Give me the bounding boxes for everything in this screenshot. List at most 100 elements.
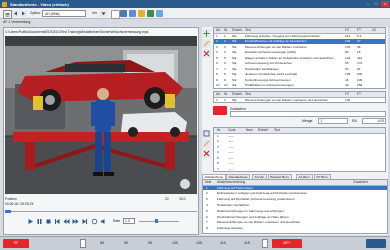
edit-nr: 2 (224, 97, 226, 102)
pencil-icon[interactable] (202, 139, 211, 148)
table-row[interactable]: 2 2 Stk Drucklufthaubes mit Aufträge an ber… (214, 39, 385, 44)
first-record-icon[interactable] (12, 9, 19, 17)
volume-slider-thumb[interactable] (155, 219, 158, 223)
code-cell-nr: 5 (217, 155, 219, 160)
delete-row-icon[interactable] (202, 49, 211, 58)
print-icon[interactable] (129, 9, 136, 17)
close-button[interactable]: × (381, 1, 389, 7)
cell-unit: Stk (232, 77, 237, 82)
cell-fz: 113 (345, 33, 350, 38)
table-row[interactable]: 3 3 Stk Messvorrichtungen an vier Rädern mo… (214, 45, 385, 50)
save-icon[interactable] (120, 9, 127, 17)
cell-unit: Stk (232, 44, 237, 49)
procedure-row[interactable]: 3 Fahrzeug auf Drehteller (Achsvermessung… (203, 197, 387, 202)
table-row[interactable]: 4 4 Stk Einstellen Achsvermessungen (AMC) 50… (214, 50, 385, 55)
seek-bar[interactable] (5, 209, 197, 213)
proc-col-akte: Akte (205, 180, 212, 184)
ra-input[interactable]: 4.00 (362, 118, 386, 124)
title-bar: Standardtexte - Video (einfach) – □ × (0, 0, 390, 8)
table-row[interactable]: 6 6 Stk Achsvermessung mit Vorderachse 53 179 (214, 61, 385, 66)
proc-cell-nr: 6 (206, 214, 208, 219)
maximize-button[interactable]: □ (372, 1, 380, 7)
cell-aa: 5 (216, 55, 218, 60)
table-row[interactable]: 7 7 Stk Hebebühne herablassen 53 64 (214, 67, 385, 72)
cell-ft: 5.4 (357, 33, 362, 38)
right-panel: AA Nr. Einheit Text FZ FT ZZ 1 1 Stk Fahrze… (202, 27, 388, 235)
stop-icon[interactable] (45, 218, 52, 225)
rate-field[interactable]: 1.0 (123, 218, 135, 224)
table-row[interactable]: 10 10 Stk Prüfablaufen in Achsvermessungen 4… (214, 83, 385, 88)
zyklus-select[interactable]: AH (Wild) (42, 9, 86, 17)
minimize-button[interactable]: – (364, 1, 372, 7)
procedure-row[interactable]: 2 Einbausteinen vorlegen und Fahrzeug auf… (203, 191, 387, 196)
proc-col-desc: Ablaufbeschreibung (217, 180, 246, 184)
procedure-row[interactable]: 6 Druckluftvorrichtungen und Aufträge an … (203, 215, 387, 220)
loop-icon[interactable] (91, 218, 98, 225)
code-row[interactable]: 5 ------ (214, 156, 385, 161)
edit-row[interactable]: 2 2 Stk Messvorrichtungen an vier Rädern… (214, 98, 385, 103)
remove-icon[interactable] (202, 149, 211, 158)
zusatz-input[interactable] (230, 111, 386, 117)
zoom-label: 115 (244, 241, 250, 245)
attach-icon[interactable] (202, 129, 211, 138)
video-frame[interactable] (5, 36, 197, 194)
play-icon[interactable] (27, 218, 34, 225)
add-icon[interactable] (202, 29, 211, 38)
cell-text: Justieren Vorderachse (nicht Lenkrad) (245, 72, 298, 76)
code-cell-code: ------ (228, 139, 235, 143)
table-row[interactable]: 8 8 Stk Justieren Vorderachse (nicht Lenkra… (214, 72, 385, 77)
dropdown-icon[interactable] (100, 9, 107, 17)
export-icon[interactable] (147, 9, 154, 17)
edit-col-ft: FT (357, 92, 361, 96)
next-record-icon[interactable] (20, 9, 27, 17)
code-row[interactable]: 4 ------ (214, 150, 385, 155)
menu-icon[interactable] (3, 9, 12, 19)
ef-button[interactable]: EF (3, 239, 29, 248)
zoom-down-button[interactable] (80, 239, 86, 248)
proc-cell-text: Fahrzeug anheben (217, 226, 243, 231)
pause-icon[interactable] (36, 218, 43, 225)
fast-forward-icon[interactable] (72, 218, 79, 225)
skip-back-icon[interactable] (54, 218, 61, 225)
cell-aa: 4 (216, 50, 218, 54)
cell-ft: 444 (357, 55, 363, 60)
code-row[interactable]: 6 ------ (214, 161, 385, 166)
cell-text: Fahrzeug anheben / Zugang zum Fahrzeugun… (245, 33, 321, 38)
table-row[interactable]: 9 9 Stk Kontrollmessung Achsvermessen 46 109 (214, 78, 385, 83)
rewind-icon[interactable] (63, 218, 70, 225)
volume-slider[interactable] (139, 220, 179, 222)
red-action-button[interactable] (213, 106, 227, 115)
volume-icon[interactable] (100, 218, 107, 225)
new-document-icon[interactable] (111, 9, 120, 19)
help-icon[interactable] (156, 9, 163, 17)
ver-label: Ver (92, 11, 98, 15)
col-aa: AA (216, 28, 221, 32)
zoom-up-button[interactable] (262, 239, 268, 248)
table-row[interactable]: 5 5 Stk Wagen anheben, Räder an Hebebühne e… (214, 56, 385, 61)
mf-plus-button[interactable]: MF+ (272, 239, 302, 248)
procedure-row[interactable]: 4 Hebebühne hochfahren (203, 203, 387, 208)
edit-icon[interactable] (138, 9, 145, 17)
code-row[interactable]: 1 ------ (214, 134, 385, 139)
code-col-text: Text (274, 128, 280, 132)
cell-aa: 1 (216, 33, 218, 38)
menge-input[interactable]: 1 (318, 118, 348, 124)
code-row[interactable]: 2 ------ (214, 139, 385, 144)
table-row[interactable]: 1 1 Stk Fahrzeug anheben / Zugang zum Fahrz… (214, 34, 385, 39)
confirm-button[interactable] (366, 239, 386, 248)
edit-row-icon[interactable] (202, 39, 211, 48)
cell-ft: 38 (357, 44, 361, 49)
procedure-row[interactable]: 7 Messvorrichtungen an vier Rädern montie… (203, 220, 387, 225)
procedure-row[interactable]: 1 Fahrzeug auf Hebe fahren (203, 185, 387, 190)
code-row[interactable]: 3 ------ (214, 145, 385, 150)
cell-fz: 50 (345, 50, 349, 54)
code-row[interactable]: 7 ------ (214, 167, 385, 172)
video-value-1: 22 (165, 197, 169, 201)
procedure-row[interactable]: 5 Reifenvorrichtungen in Fahrzeugs aus an… (203, 209, 387, 214)
code-cell-nr: 2 (217, 139, 219, 143)
code-cell-code: ------ (228, 144, 235, 149)
code-col-code: Code (228, 128, 236, 132)
skip-forward-icon[interactable] (81, 218, 88, 225)
procedure-row[interactable]: 8 Fahrzeug anheben (203, 226, 387, 231)
cell-aa: 10 (216, 83, 220, 87)
